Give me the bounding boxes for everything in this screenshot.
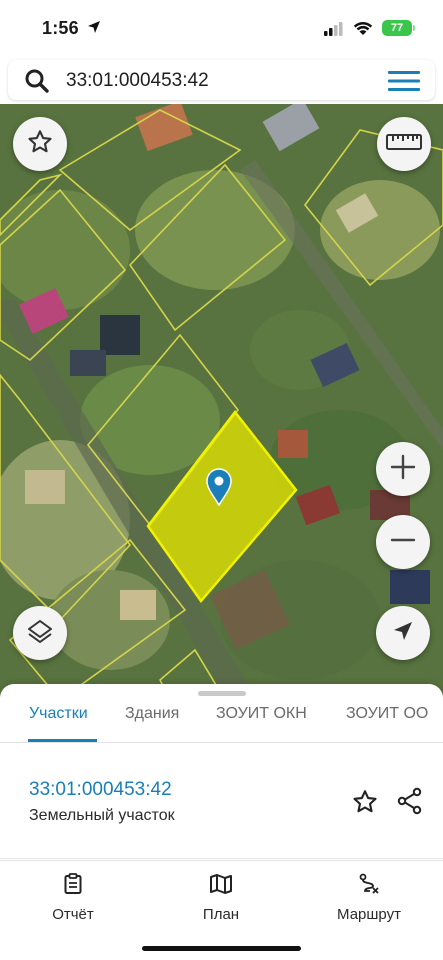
ruler-icon: [386, 133, 422, 156]
share-icon: [397, 787, 422, 815]
tab-zouit-oo[interactable]: ЗОУИТ ОО: [346, 704, 428, 744]
ruler-button[interactable]: [377, 117, 431, 171]
my-location-button[interactable]: [376, 606, 430, 660]
tab-zouit-okn[interactable]: ЗОУИТ ОКН: [216, 704, 307, 744]
favorite-map-button[interactable]: [13, 117, 67, 171]
nav-plan-label: План: [202, 906, 240, 923]
layers-button[interactable]: [13, 606, 67, 660]
star-outline-icon: [26, 128, 54, 161]
satellite-map: [0, 104, 443, 704]
layer-tabs: Участки Здания ЗОУИТ ОКН ЗОУИТ ОО: [0, 704, 443, 744]
minus-icon: [389, 526, 417, 559]
zoom-out-button[interactable]: [376, 515, 430, 569]
zoom-in-button[interactable]: [376, 442, 430, 496]
hamburger-menu-icon[interactable]: [388, 70, 422, 97]
tab-parcels[interactable]: Участки: [29, 704, 88, 744]
battery-indicator: 77: [382, 20, 412, 36]
parcel-cadastral-number[interactable]: 33:01:000453:42: [29, 779, 172, 801]
cellular-signal-icon: [324, 22, 344, 41]
map-view[interactable]: [0, 104, 443, 704]
nav-report[interactable]: Отчёт: [18, 873, 128, 923]
plus-icon: [389, 453, 417, 486]
wifi-icon: [353, 21, 373, 41]
sheet-drag-handle[interactable]: [198, 691, 246, 696]
search-box[interactable]: 33:01:000453:42: [8, 60, 435, 100]
battery-tip: [413, 25, 415, 31]
parcel-location-pin-icon[interactable]: [206, 468, 232, 511]
search-input[interactable]: 33:01:000453:42: [66, 70, 209, 92]
home-indicator: [142, 946, 301, 951]
location-arrow-icon: [87, 20, 101, 39]
nav-plan[interactable]: План: [166, 873, 276, 923]
nav-route-label: Маршрут: [337, 906, 401, 923]
map-icon: [210, 874, 232, 894]
share-button[interactable]: [396, 787, 424, 820]
star-outline-icon: [353, 790, 377, 813]
route-icon: [359, 873, 379, 894]
search-bar: 33:01:000453:42: [0, 58, 443, 104]
status-bar: 1:56 77: [0, 0, 443, 58]
tabs-divider: [0, 742, 443, 743]
favorite-parcel-button[interactable]: [351, 788, 379, 821]
search-icon[interactable]: [24, 68, 50, 99]
report-icon: [64, 873, 82, 894]
nav-report-label: Отчёт: [52, 906, 94, 923]
tab-buildings[interactable]: Здания: [125, 704, 179, 744]
status-time: 1:56: [42, 18, 79, 38]
parcel-type-label: Земельный участок: [29, 807, 175, 824]
parcel-info-sheet: Участки Здания ЗОУИТ ОКН ЗОУИТ ОО 33:01:…: [0, 684, 443, 860]
navigation-arrow-icon: [391, 619, 415, 648]
layers-icon: [26, 617, 54, 650]
nav-route[interactable]: Маршрут: [314, 873, 424, 923]
bottom-navigation: Отчёт План Маршрут: [0, 860, 443, 960]
sheet-divider: [0, 858, 443, 859]
